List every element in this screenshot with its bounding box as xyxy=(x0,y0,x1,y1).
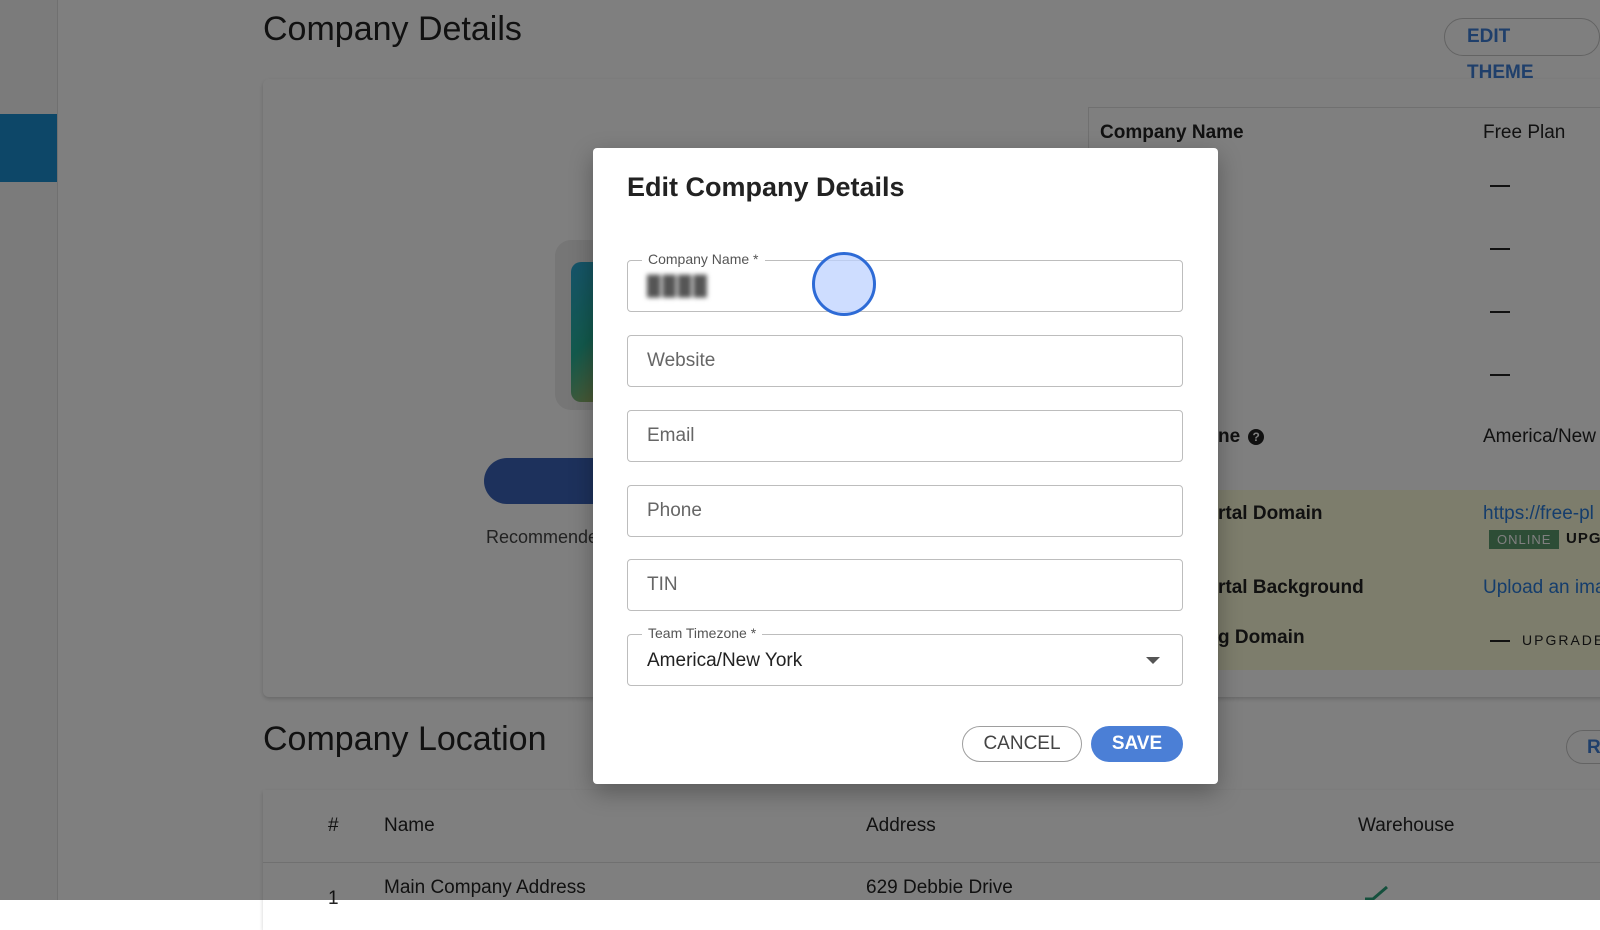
timezone-select[interactable]: Team Timezone * America/New York xyxy=(627,625,1183,686)
email-field[interactable]: Email xyxy=(627,410,1183,462)
chevron-down-icon[interactable] xyxy=(1146,657,1160,664)
phone-field[interactable]: Phone xyxy=(627,485,1183,537)
company-name-field[interactable]: Company Name * ████ xyxy=(627,251,1183,312)
click-indicator xyxy=(812,252,876,316)
tin-field[interactable]: TIN xyxy=(627,559,1183,611)
email-placeholder: Email xyxy=(647,425,695,446)
save-button[interactable]: SAVE xyxy=(1091,726,1183,762)
dialog-title: Edit Company Details xyxy=(627,172,905,202)
phone-placeholder: Phone xyxy=(647,500,702,521)
cancel-button[interactable]: CANCEL xyxy=(962,726,1082,762)
timezone-field-label: Team Timezone * xyxy=(642,625,763,641)
company-name-field-label: Company Name * xyxy=(642,251,765,267)
website-field[interactable]: Website xyxy=(627,335,1183,387)
timezone-select-value: America/New York xyxy=(647,650,803,671)
company-name-value: ████ xyxy=(647,276,709,297)
website-placeholder: Website xyxy=(647,350,716,371)
edit-company-dialog: Edit Company Details Company Name * ████… xyxy=(593,148,1218,784)
tin-placeholder: TIN xyxy=(647,574,678,595)
